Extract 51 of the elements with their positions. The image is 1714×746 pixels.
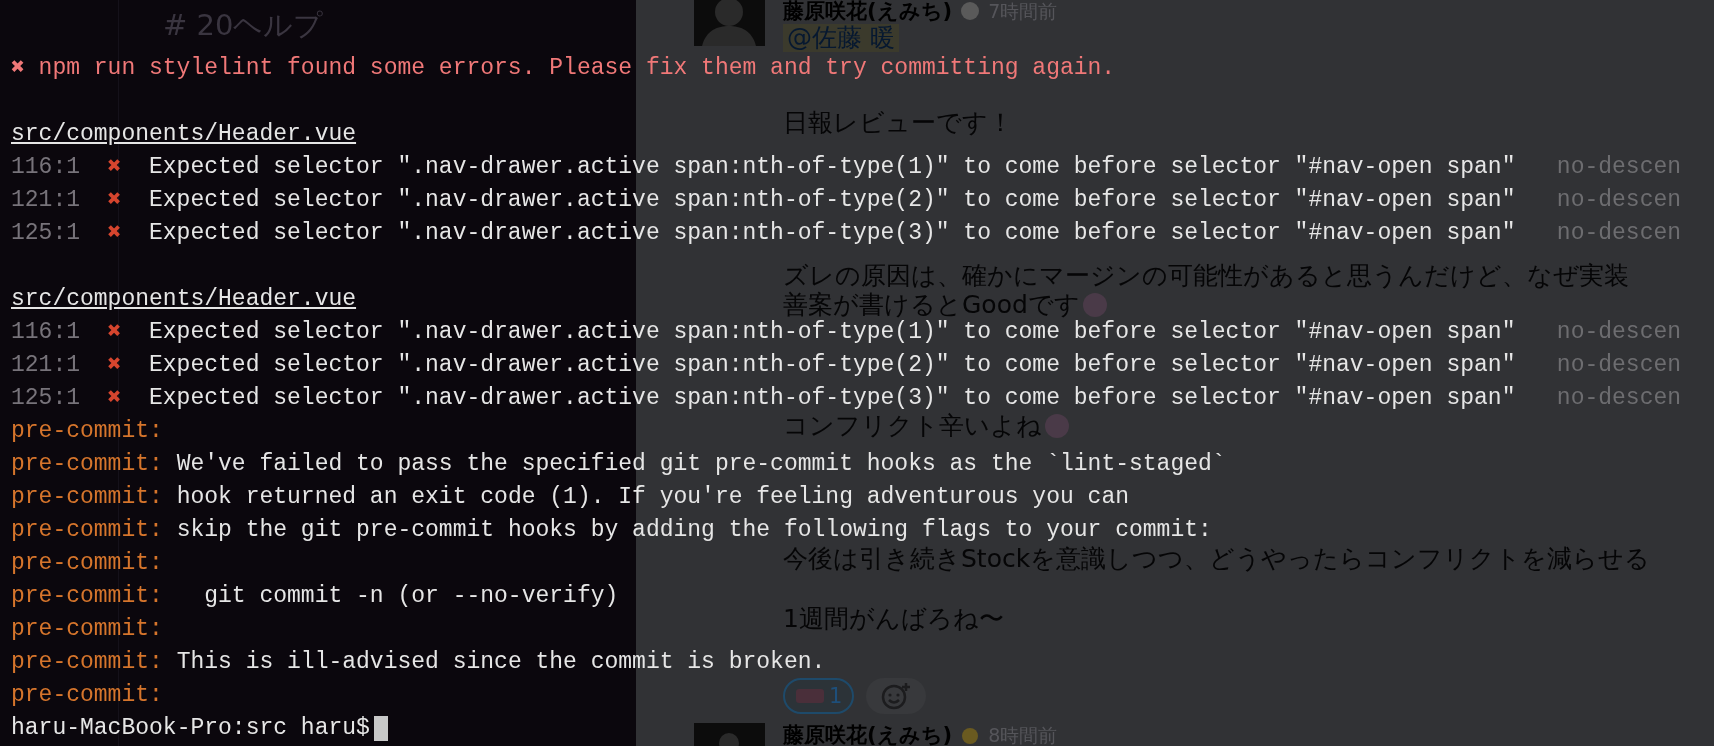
error-message: Expected selector ".nav-drawer.active span:nth-of-type(1)" to come before selector "#nav-open span" xyxy=(149,320,1517,345)
error-summary: npm run stylelint found some errors. Please fix them and try committing again. xyxy=(38,56,1116,81)
error-mark: ✖ xyxy=(107,155,123,180)
hook-prefix: pre-commit: xyxy=(11,617,164,642)
hook-prefix: pre-commit: xyxy=(11,518,164,543)
line-number: 121:1 xyxy=(11,353,81,378)
emoji-icon xyxy=(1044,413,1070,439)
file-path: src/components/Header.vue xyxy=(11,122,357,147)
line-number: 116:1 xyxy=(11,155,81,180)
add-reaction-button[interactable] xyxy=(866,678,927,714)
hook-prefix: pre-commit: xyxy=(11,485,164,510)
rule-name: no-descen xyxy=(1556,221,1682,246)
duck-icon xyxy=(960,725,981,745)
reaction-emoji-icon xyxy=(795,688,825,704)
smiley-plus-icon xyxy=(881,682,912,710)
hook-prefix: pre-commit: xyxy=(11,584,164,609)
hook-prefix: pre-commit: xyxy=(11,452,164,477)
rule-name: no-descen xyxy=(1556,188,1682,213)
error-mark: ✖ xyxy=(11,56,26,81)
line-number: 116:1 xyxy=(11,320,81,345)
error-message: Expected selector ".nav-drawer.active span:nth-of-type(2)" to come before selector "#nav-open span" xyxy=(149,353,1517,378)
error-message: Expected selector ".nav-drawer.active span:nth-of-type(1)" to come before selector "#nav-open span" xyxy=(149,155,1517,180)
shell-prompt: haru-MacBook-Pro:src haru$ xyxy=(11,716,370,741)
line-number: 121:1 xyxy=(11,188,81,213)
hook-prefix: pre-commit: xyxy=(11,419,164,444)
rule-name: no-descen xyxy=(1556,386,1682,411)
error-mark: ✖ xyxy=(107,386,123,411)
line-number: 125:1 xyxy=(11,386,81,411)
hook-command: git commit -n (or --no-verify) xyxy=(204,584,619,609)
rule-name: no-descen xyxy=(1556,353,1682,378)
reaction-pill[interactable]: 1 xyxy=(783,678,855,714)
error-mark: ✖ xyxy=(107,320,123,345)
error-mark: ✖ xyxy=(107,221,123,246)
rule-name: no-descen xyxy=(1556,320,1682,345)
hook-message: We've failed to pass the specified git pre-commit hooks as the `lint-staged` xyxy=(176,452,1226,477)
emoji-icon xyxy=(1081,292,1108,318)
error-message: Expected selector ".nav-drawer.active span:nth-of-type(3)" to come before selector "#nav-open span" xyxy=(149,221,1517,246)
hook-message: This is ill-advised since the commit is broken. xyxy=(176,650,826,675)
hook-message: hook returned an exit code (1). If you're feeling adventurous you can xyxy=(176,485,1129,510)
hook-prefix: pre-commit: xyxy=(11,650,164,675)
rule-name: no-descen xyxy=(1556,155,1682,180)
error-message: Expected selector ".nav-drawer.active span:nth-of-type(2)" to come before selector "#nav-open span" xyxy=(149,188,1517,213)
line-number: 125:1 xyxy=(11,221,81,246)
hook-message: skip the git pre-commit hooks by adding the following flags to your commit: xyxy=(176,518,1212,543)
error-mark: ✖ xyxy=(107,188,123,213)
file-path: src/components/Header.vue xyxy=(11,287,357,312)
ball-icon xyxy=(960,1,981,21)
error-message: Expected selector ".nav-drawer.active span:nth-of-type(3)" to come before selector "#nav-open span" xyxy=(149,386,1517,411)
hook-prefix: pre-commit: xyxy=(11,683,164,708)
hook-prefix: pre-commit: xyxy=(11,551,164,576)
error-mark: ✖ xyxy=(107,353,123,378)
